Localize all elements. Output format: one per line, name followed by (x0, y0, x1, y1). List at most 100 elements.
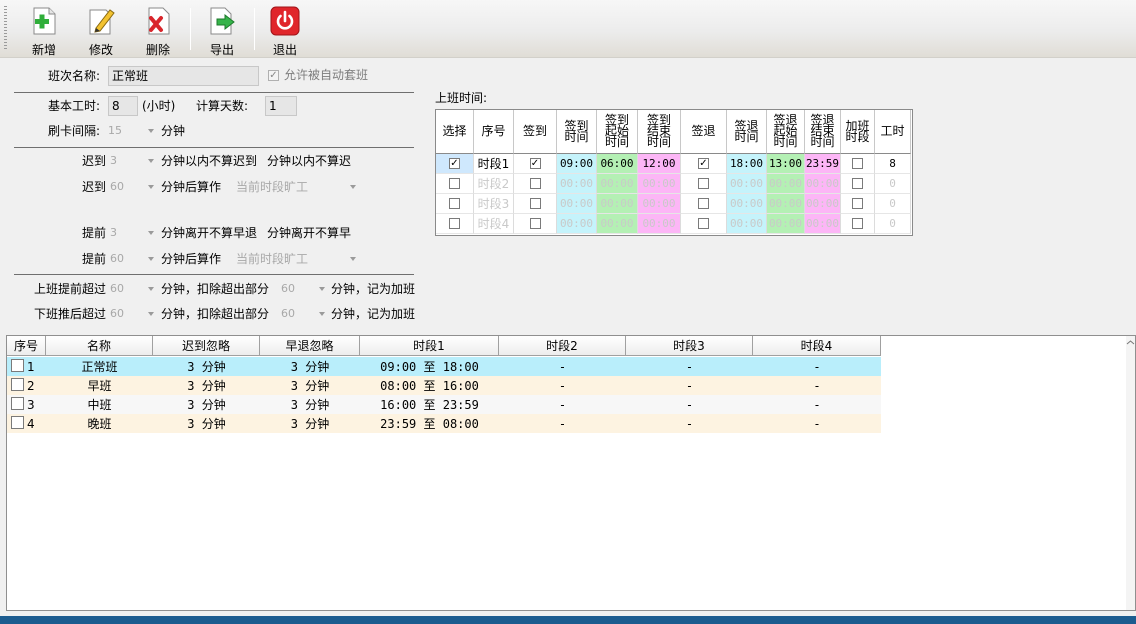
table-row[interactable]: 2 早班 3 分钟 3 分钟 08:00 至 16:00 - - - (7, 376, 881, 395)
edit-button[interactable]: 修改 (76, 2, 126, 57)
grid-header-early-ignore[interactable]: 早退忽略 (260, 336, 360, 356)
row-checkbox[interactable] (11, 416, 24, 429)
ot-late-select[interactable]: 60 (110, 305, 156, 323)
timetable-checkbox-select[interactable] (449, 178, 460, 189)
row-checkbox[interactable] (11, 378, 24, 391)
timetable-checkbox-checkout[interactable]: ✓ (698, 158, 709, 169)
ot-early-select[interactable]: 60 (110, 280, 156, 298)
timetable-cell-checkout-end[interactable]: 00:00 (805, 214, 841, 234)
timetable-cell-checkout-time[interactable]: 00:00 (727, 214, 767, 234)
table-row[interactable]: 4 晚班 3 分钟 3 分钟 23:59 至 08:00 - - - (7, 414, 881, 433)
add-button[interactable]: 新增 (19, 2, 69, 57)
delete-button[interactable]: 删除 (133, 2, 183, 57)
export-button[interactable]: 导出 (197, 2, 247, 57)
timetable-cell-checkin-time[interactable]: 00:00 (557, 174, 597, 194)
grid-header-index[interactable]: 序号 (7, 336, 46, 356)
ot-late-select-2[interactable]: 60 (281, 305, 327, 323)
late1-select[interactable]: 3 (110, 152, 156, 170)
timetable-cell-checkout-start[interactable]: 00:00 (767, 214, 805, 234)
timetable-cell-hours[interactable]: 0 (875, 214, 911, 234)
timetable-checkbox-select[interactable]: ✓ (449, 158, 460, 169)
timetable-cell-index[interactable]: 时段3 (474, 194, 514, 214)
early2-action-select[interactable]: 当前时段旷工 (236, 250, 358, 268)
timetable-cell-checkout-time[interactable]: 00:00 (727, 194, 767, 214)
vertical-scrollbar[interactable] (1126, 336, 1135, 610)
timetable-cell-overtime (841, 154, 875, 174)
timetable-checkbox-overtime[interactable] (852, 218, 863, 229)
timetable-checkbox-overtime[interactable] (852, 158, 863, 169)
timetable-cell-checkin-start[interactable]: 00:00 (597, 194, 638, 214)
timetable-cell-index[interactable]: 时段4 (474, 214, 514, 234)
row-checkbox[interactable] (11, 359, 24, 372)
timetable-checkbox-select[interactable] (449, 198, 460, 209)
timetable-cell-checkin-start[interactable]: 00:00 (597, 174, 638, 194)
timetable-checkbox-checkout[interactable] (698, 178, 709, 189)
work-hours-input[interactable]: 8 (108, 96, 138, 116)
timetable-checkbox-overtime[interactable] (852, 198, 863, 209)
timetable-header-checkout: 签退 (681, 110, 727, 154)
exit-button[interactable]: 退出 (260, 2, 310, 57)
timetable-cell-checkout-end[interactable]: 00:00 (805, 194, 841, 214)
timetable-checkbox-checkout[interactable] (698, 218, 709, 229)
timetable-cell-checkout-start[interactable]: 13:00 (767, 154, 805, 174)
timetable-cell-index[interactable]: 时段2 (474, 174, 514, 194)
add-icon (33, 7, 56, 35)
timetable-header-overtime: 加班 时段 (841, 110, 875, 154)
timetable-cell-checkout-end[interactable]: 23:59 (805, 154, 841, 174)
late2-text: 分钟后算作 (161, 180, 222, 194)
timetable-cell-checkin-start[interactable]: 06:00 (597, 154, 638, 174)
grid-cell-period4: - (813, 378, 821, 393)
chevron-down-icon (148, 231, 154, 235)
timetable-cell-checkin-time[interactable]: 09:00 (557, 154, 597, 174)
grid-header-name[interactable]: 名称 (46, 336, 153, 356)
timetable-cell-checkin-end[interactable]: 00:00 (638, 174, 681, 194)
timetable-cell-checkin-time[interactable]: 00:00 (557, 194, 597, 214)
timetable-header-checkin-end: 签到 结束 时间 (638, 110, 681, 154)
grid-header-period2[interactable]: 时段2 (499, 336, 626, 356)
timetable-cell-checkout-start[interactable]: 00:00 (767, 174, 805, 194)
grid-header-period3[interactable]: 时段3 (626, 336, 753, 356)
timetable-cell-checkin-time[interactable]: 00:00 (557, 214, 597, 234)
timetable-cell-checkin-start[interactable]: 00:00 (597, 214, 638, 234)
timetable-cell-checkin-end[interactable]: 12:00 (638, 154, 681, 174)
chevron-up-icon[interactable] (1126, 338, 1135, 347)
timetable-checkbox-checkout[interactable] (698, 198, 709, 209)
table-row[interactable]: 3 中班 3 分钟 3 分钟 16:00 至 23:59 - - - (7, 395, 881, 414)
row-checkbox[interactable] (11, 397, 24, 410)
calc-days-label: 计算天数: (196, 99, 249, 113)
timetable-cell-hours[interactable]: 0 (875, 194, 911, 214)
timetable-checkbox-checkin[interactable] (529, 198, 541, 209)
table-row[interactable]: 1 正常班 3 分钟 3 分钟 09:00 至 18:00 - - - (7, 357, 881, 376)
power-icon (270, 6, 300, 36)
auto-shift-label: 允许被自动套班 (284, 68, 369, 82)
timetable-cell-checkout-start[interactable]: 00:00 (767, 194, 805, 214)
early1-select[interactable]: 3 (110, 224, 156, 242)
timetable-cell-checkout: ✓ (681, 154, 727, 174)
timetable-cell-checkin-end[interactable]: 00:00 (638, 214, 681, 234)
calc-days-input[interactable]: 1 (265, 96, 297, 116)
card-interval-select[interactable]: 15 (108, 122, 156, 140)
early2-select[interactable]: 60 (110, 250, 156, 268)
timetable-cell-index[interactable]: 时段1 (474, 154, 514, 174)
timetable-cell-checkin-end[interactable]: 00:00 (638, 194, 681, 214)
timetable-checkbox-checkin[interactable] (529, 178, 541, 189)
timetable-cell-hours[interactable]: 8 (875, 154, 911, 174)
timetable-cell-hours[interactable]: 0 (875, 174, 911, 194)
shift-name-input[interactable]: 正常班 (108, 66, 259, 86)
timetable-cell-checkout-time[interactable]: 00:00 (727, 174, 767, 194)
ot-early-select-2[interactable]: 60 (281, 280, 327, 298)
late2-action-select[interactable]: 当前时段旷工 (236, 178, 358, 196)
late1-text: 分钟以内不算迟到 (161, 154, 258, 168)
timetable-checkbox-select[interactable] (449, 218, 460, 229)
grid-header-period1[interactable]: 时段1 (360, 336, 499, 356)
timetable-cell-checkout-end[interactable]: 00:00 (805, 174, 841, 194)
timetable-checkbox-checkin[interactable]: ✓ (529, 158, 541, 169)
grid-header-late-ignore[interactable]: 迟到忽略 (153, 336, 260, 356)
timetable-checkbox-overtime[interactable] (852, 178, 863, 189)
late2-select[interactable]: 60 (110, 178, 156, 196)
grid-header-period4[interactable]: 时段4 (753, 336, 881, 356)
auto-shift-checkbox[interactable]: ✓ (268, 70, 279, 81)
toolbar-separator (190, 8, 191, 50)
timetable-cell-checkout-time[interactable]: 18:00 (727, 154, 767, 174)
timetable-checkbox-checkin[interactable] (529, 218, 541, 229)
